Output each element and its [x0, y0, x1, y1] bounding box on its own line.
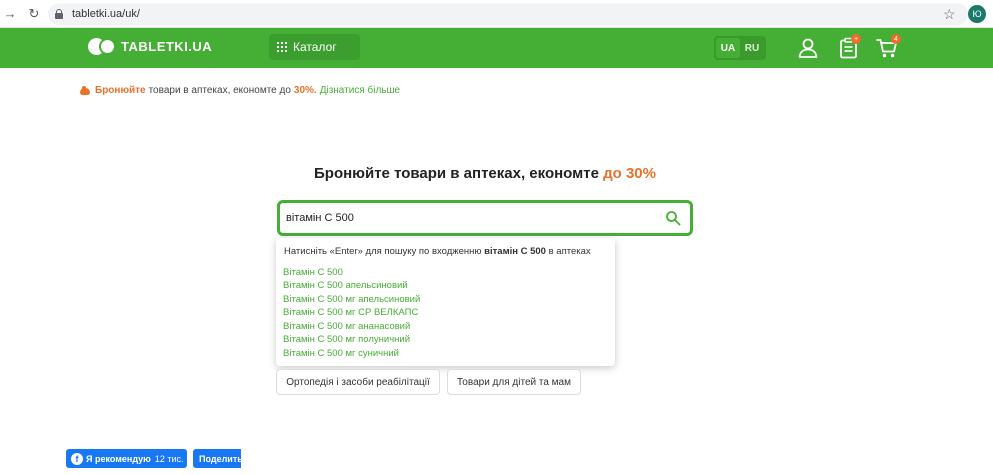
- category-orthopedics-button[interactable]: Ортопедія і засоби реабілітації: [276, 369, 440, 395]
- language-switch: UA RU: [714, 36, 766, 60]
- hint-before: Натисніть «Enter» для пошуку по входженн…: [284, 246, 482, 257]
- cart-count-badge: 4: [891, 34, 901, 44]
- promo-strong: Бронюйте: [95, 85, 146, 96]
- facebook-share-button[interactable]: Поделиться: [193, 449, 241, 468]
- hero-title-main: Бронюйте товари в аптеках, економте: [314, 165, 599, 182]
- catalog-label: Каталог: [293, 40, 337, 54]
- reload-icon[interactable]: ↻: [26, 6, 42, 22]
- search-hint[interactable]: Натисніть «Enter» для пошуку по входженн…: [284, 246, 591, 257]
- share-label: Поделиться: [199, 453, 241, 464]
- learn-more-link[interactable]: Дізнатися більше: [320, 85, 400, 96]
- logo-pill-icon: [88, 38, 116, 55]
- bookmark-star-icon[interactable]: ☆: [943, 6, 956, 23]
- url-text: tabletki.ua/uk/: [72, 8, 140, 20]
- grid-icon: [277, 42, 287, 52]
- lang-ua-button[interactable]: UA: [716, 38, 740, 58]
- logo-text: TABLETKI.UA: [121, 39, 213, 54]
- promo-banner: Бронюйте товари в аптеках, економте до 3…: [80, 85, 400, 96]
- suggestion-item[interactable]: Вітамін С 500 мг ананасовий: [283, 321, 410, 332]
- browser-toolbar: → ↻ tabletki.ua/uk/ ☆ Ю: [0, 0, 993, 28]
- search-icon[interactable]: [665, 210, 681, 226]
- site-logo[interactable]: TABLETKI.UA: [88, 38, 212, 55]
- facebook-like-button[interactable]: f Я рекомендую 12 тис.: [66, 449, 187, 468]
- hint-after: в аптеках: [548, 246, 591, 257]
- address-bar[interactable]: tabletki.ua/uk/: [48, 3, 968, 25]
- hero-title: Бронюйте товари в аптеках, економте до 3…: [0, 165, 970, 182]
- suggestion-item[interactable]: Вітамін С 500 мг апельсиновий: [283, 294, 420, 305]
- suggestion-item[interactable]: Вітамін С 500 апельсиновий: [283, 280, 408, 291]
- piggy-bank-icon: [80, 85, 91, 96]
- promo-text: товари в аптеках, економте до: [148, 85, 291, 96]
- hero-title-accent: до 30%: [603, 165, 656, 182]
- like-count: 12 тис.: [154, 453, 184, 464]
- search-input[interactable]: [286, 212, 646, 224]
- suggestion-item[interactable]: Вітамін С 500 мг полуничний: [283, 334, 410, 345]
- catalog-button[interactable]: Каталог: [269, 34, 360, 60]
- search-suggestions: Натисніть «Enter» для пошуку по входженн…: [276, 238, 615, 366]
- category-kids-button[interactable]: Товари для дітей та мам: [447, 369, 581, 395]
- suggestion-item[interactable]: Вітамін С 500 мг СР ВЕЛКАПС: [283, 307, 418, 318]
- suggestion-item[interactable]: Вітамін С 500 мг суничний: [283, 348, 399, 359]
- back-arrow-icon[interactable]: →: [2, 6, 18, 22]
- user-icon[interactable]: [797, 37, 819, 59]
- search-box: [277, 200, 693, 236]
- like-label: Я рекомендую: [86, 453, 151, 464]
- lang-ru-button[interactable]: RU: [740, 38, 764, 58]
- lock-icon: [54, 9, 64, 19]
- promo-percent: 30%.: [293, 85, 317, 96]
- suggestion-item[interactable]: Вітамін С 500: [283, 267, 343, 278]
- facebook-icon: f: [71, 452, 83, 465]
- list-badge: +: [851, 34, 861, 44]
- hint-query: вітамін С 500: [484, 246, 546, 257]
- profile-avatar[interactable]: Ю: [968, 5, 986, 23]
